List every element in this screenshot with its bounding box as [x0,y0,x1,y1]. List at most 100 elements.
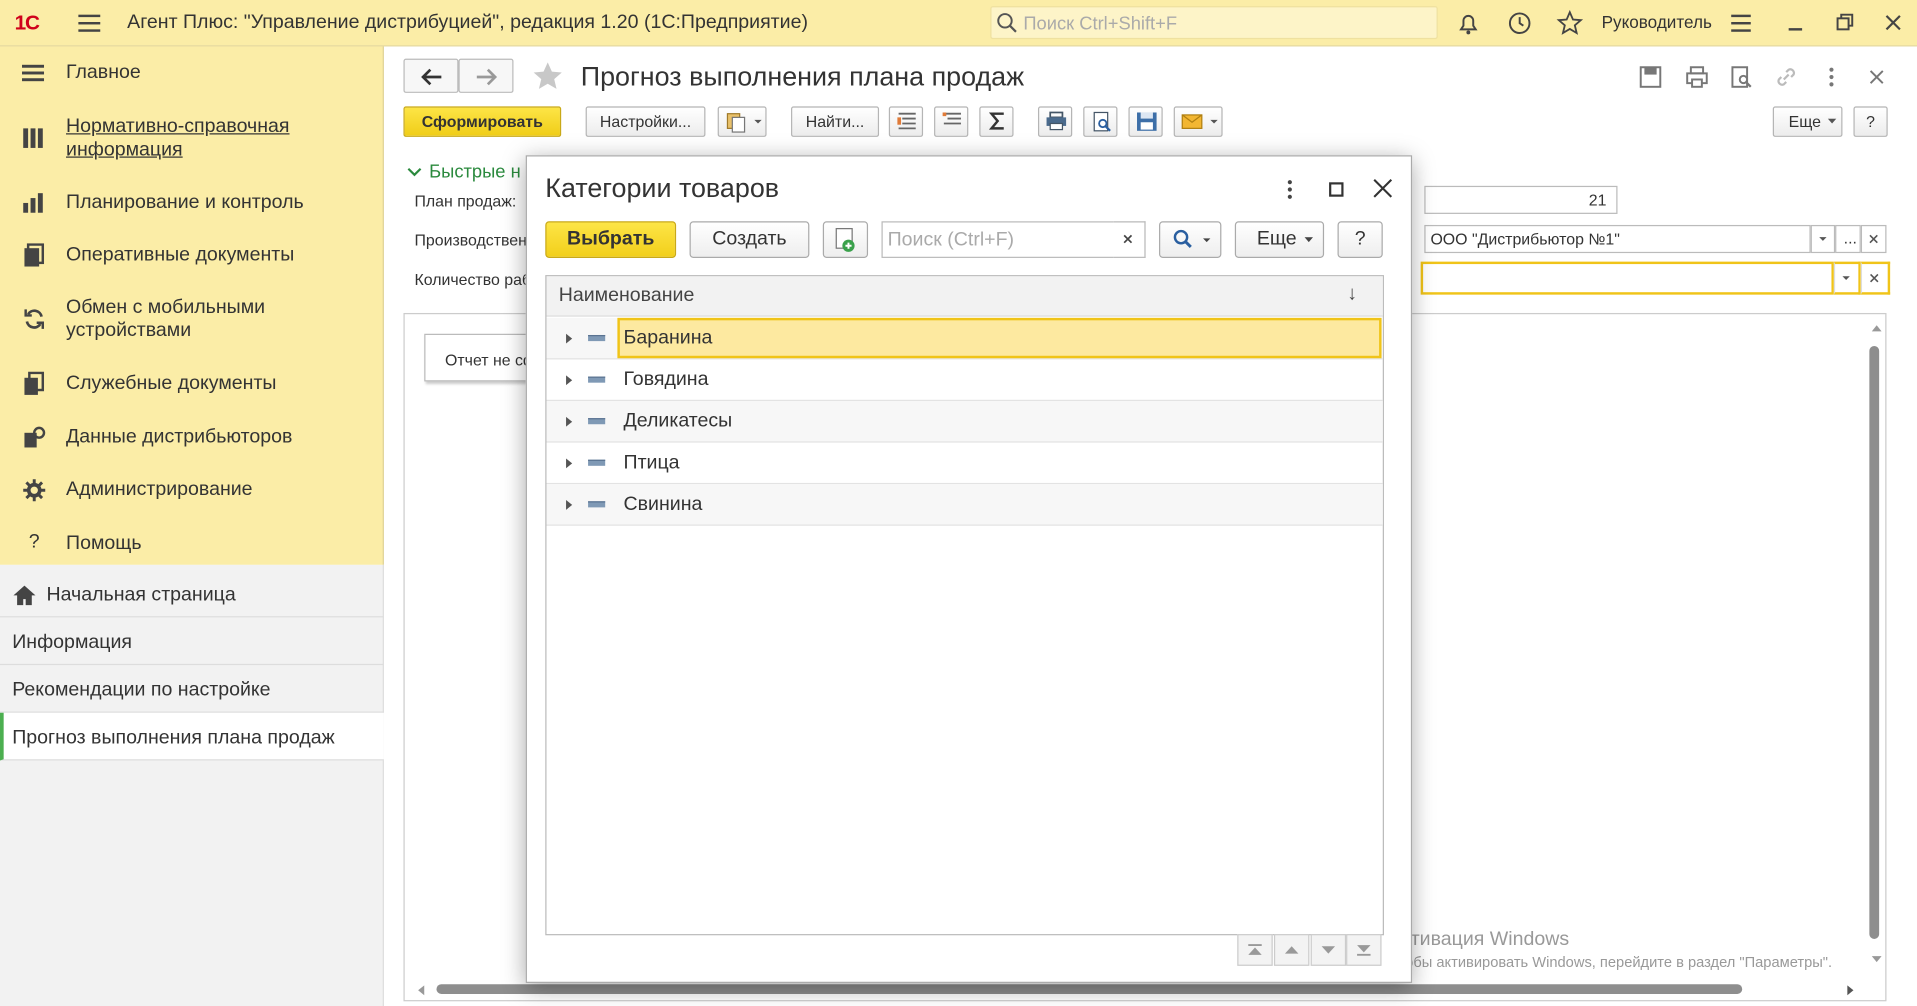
distributor-field[interactable]: ООО "Дистрибьютор №1" [1424,224,1811,254]
page-title: Прогноз выполнения плана продаж [580,61,1025,92]
list-navigation-group [1237,934,1382,966]
preview-icon[interactable] [1729,65,1753,89]
more-vertical-icon[interactable] [1819,65,1843,89]
last-page-icon [1357,945,1371,956]
group-icon [588,334,606,342]
sidebar-item-label: Планирование и контроль [66,191,304,213]
collapse-groups-button[interactable] [934,106,969,137]
clear-icon [1869,234,1878,244]
expand-arrow-icon[interactable] [566,333,573,344]
user-name[interactable]: Руководитель [1602,12,1712,32]
third-filter-field[interactable] [1420,261,1834,295]
third-filter-clear-button[interactable] [1860,261,1891,295]
select-button[interactable]: Выбрать [545,221,677,258]
dialog-more-vertical-icon[interactable] [1278,177,1302,201]
expand-arrow-icon[interactable] [566,375,573,386]
go-up-button[interactable] [1273,934,1310,966]
workdays-count-field[interactable]: 21 [1424,185,1618,214]
print-icon[interactable] [1685,65,1709,89]
sidebar-item-reference[interactable]: Нормативно-справочная информация [0,114,384,165]
help-button[interactable]: ? [1853,106,1888,137]
go-first-button[interactable] [1237,934,1273,966]
distributor-clear-button[interactable] [1860,224,1887,254]
history-icon[interactable] [1506,10,1533,37]
main-menu-icon[interactable] [78,12,102,34]
distributor-dropdown-button[interactable] [1810,224,1836,254]
scroll-down-icon[interactable] [1871,955,1883,965]
sidebar-item-operative[interactable]: Оперативные документы [0,238,384,272]
send-email-button[interactable] [1173,106,1223,137]
open-window-info[interactable]: Информация [0,617,384,666]
first-page-icon [1248,944,1262,955]
forward-button[interactable] [458,58,514,93]
dialog-help-button[interactable]: ? [1337,221,1383,258]
sidebar-item-help[interactable]: ? Помощь [0,527,384,561]
table-row[interactable]: Баранина [546,317,1383,360]
dialog-close-icon[interactable] [1369,175,1396,202]
settings-button[interactable]: Настройки... [585,106,706,137]
sidebar-item-planning[interactable]: Планирование и контроль [0,186,384,220]
favorite-star-icon[interactable] [531,60,565,94]
report-variants-icon [726,113,762,133]
close-app-icon[interactable] [1880,10,1907,37]
dialog-maximize-icon[interactable] [1324,177,1348,201]
print-button[interactable] [1037,106,1073,137]
third-filter-dropdown-button[interactable] [1833,261,1861,295]
link-icon[interactable] [1774,65,1798,89]
group-icon [588,459,606,466]
find-button[interactable]: Найти... [791,106,880,137]
distributor-icon [22,425,46,449]
expand-arrow-icon[interactable] [566,416,573,427]
expand-arrow-icon[interactable] [566,500,573,510]
dialog-search-input[interactable]: Поиск (Ctrl+F) [881,221,1146,258]
dialog-more-button[interactable]: Еще [1234,221,1325,258]
vertical-scrollbar[interactable] [1869,345,1880,939]
bell-icon[interactable] [1455,10,1482,37]
plan-label: План продаж: [414,191,517,211]
table-row[interactable]: Деликатесы [546,401,1383,443]
settings-menu-icon[interactable] [1729,10,1756,37]
star-icon[interactable] [1556,9,1584,37]
table-row[interactable]: Птица [546,443,1383,485]
save-button[interactable] [1128,106,1163,137]
search-options-button[interactable] [1159,221,1222,258]
minimize-icon[interactable] [1783,10,1810,37]
sidebar-item-service-docs[interactable]: Служебные документы [0,367,384,401]
sidebar-item-distributors[interactable]: Данные дистрибьюторов [0,421,384,455]
generate-button[interactable]: Сформировать [403,106,562,137]
create-copy-button[interactable] [822,221,869,258]
variants-button[interactable] [717,106,767,137]
dialog-title: Категории товаров [545,172,780,203]
close-form-icon[interactable] [1864,65,1888,89]
open-window-recommendations[interactable]: Рекомендации по настройке [0,665,384,713]
distributor-select-button[interactable]: ... [1835,224,1861,254]
back-button[interactable] [403,58,459,93]
expand-arrow-icon[interactable] [566,458,573,469]
dialog-search-clear-button[interactable] [1113,221,1146,258]
sum-button[interactable] [979,106,1014,137]
restore-icon[interactable] [1831,10,1858,37]
expand-groups-button[interactable] [888,106,924,137]
sidebar-item-mobile-exchange[interactable]: Обмен с мобильными устройствами [0,295,384,346]
go-last-button[interactable] [1346,934,1382,966]
create-button[interactable]: Создать [689,221,810,258]
sidebar: Главное Нормативно-справочная информация… [0,46,384,565]
more-button[interactable]: Еще [1772,106,1843,137]
arrow-down-icon [1321,946,1336,954]
scroll-right-icon[interactable] [1846,984,1856,996]
dialog-search-placeholder: Поиск (Ctrl+F) [887,229,1015,251]
table-row[interactable]: Говядина [546,359,1383,402]
horizontal-scrollbar[interactable] [436,984,1743,994]
go-down-button[interactable] [1310,934,1347,966]
scroll-up-icon[interactable] [1871,324,1883,334]
sidebar-item-main[interactable]: Главное [0,56,384,93]
open-window-forecast[interactable]: Прогноз выполнения плана продаж [0,712,384,761]
open-window-home[interactable]: Начальная страница [0,570,384,618]
global-search-input[interactable]: Поиск Ctrl+Shift+F [990,6,1438,40]
scroll-left-icon[interactable] [417,984,427,996]
table-row[interactable]: Свинина [546,484,1383,526]
column-header-name[interactable]: Наименование ↓ [546,276,1383,317]
sidebar-item-admin[interactable]: Администрирование [0,473,384,507]
preview-button[interactable] [1083,106,1118,137]
save-icon[interactable] [1638,65,1662,89]
